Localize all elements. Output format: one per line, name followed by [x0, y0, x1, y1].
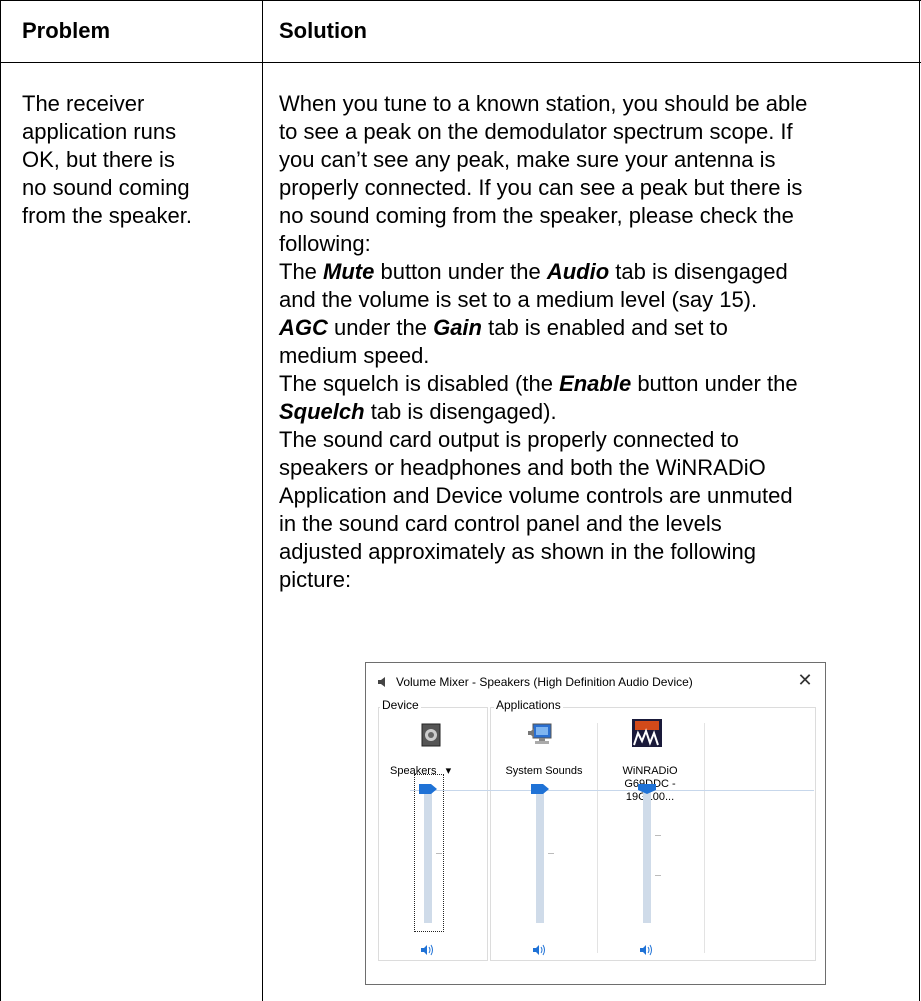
squelch-term: Squelch — [279, 399, 365, 424]
agc-line: AGC under the Gain tab is enabled and se… — [279, 314, 919, 342]
text: under the — [327, 315, 434, 340]
header-solution: Solution — [279, 18, 367, 43]
solution-line: The sound card output is properly connec… — [279, 427, 739, 452]
gain-term: Gain — [433, 315, 482, 340]
text: tab is disengaged — [609, 259, 788, 284]
problem-line: application runs — [22, 119, 177, 144]
close-button[interactable]: ✕ — [795, 670, 815, 691]
audio-term: Audio — [546, 259, 610, 284]
solution-line: in the sound card control panel and the … — [279, 511, 722, 536]
tick-mark — [655, 835, 661, 836]
solution-line: properly connected. If you can see a pea… — [279, 175, 803, 200]
solution-line: speakers or headphones and both the WiNR… — [279, 455, 766, 480]
mute-line: The Mute button under the Audio tab is d… — [279, 258, 919, 286]
solution-line: picture: — [279, 567, 352, 592]
squelch-line: The squelch is disabled (the Enable butt… — [279, 370, 919, 398]
system-sounds-icon — [528, 723, 552, 744]
speaker-icon — [378, 677, 385, 687]
solution-cell: When you tune to a known station, you sh… — [279, 90, 919, 594]
tick-mark — [436, 853, 442, 854]
header-problem: Problem — [22, 18, 111, 43]
solution-line: When you tune to a known station, you sh… — [279, 91, 808, 116]
enable-term: Enable — [559, 371, 632, 396]
solution-line: following: — [279, 231, 371, 256]
text: tab is enabled and set to — [481, 315, 728, 340]
window-title: Volume Mixer - Speakers (High Definition… — [396, 675, 693, 689]
app-name: System Sounds — [505, 765, 583, 777]
winradio-app-icon — [632, 719, 662, 747]
chevron-down-icon[interactable]: ▾ — [446, 765, 452, 777]
problem-line: no sound coming — [22, 175, 190, 200]
system-sounds-volume-thumb[interactable] — [531, 784, 549, 794]
channel-separator — [597, 723, 598, 953]
solution-line: adjusted approximately as shown in the f… — [279, 539, 756, 564]
winradio-volume-fill — [643, 789, 651, 923]
speaker-volume-icon[interactable] — [533, 944, 547, 956]
device-group-label: Device — [380, 698, 421, 712]
device-volume-thumb[interactable] — [419, 784, 437, 794]
text: The — [279, 259, 324, 284]
problem-line: The receiver — [22, 91, 145, 116]
solution-line: medium speed. — [279, 343, 430, 368]
table-right-border — [919, 0, 920, 1001]
solution-line: you can’t see any peak, make sure your a… — [279, 147, 776, 172]
winradio-volume-thumb[interactable] — [638, 784, 656, 794]
solution-line: and the volume is set to a medium level … — [279, 287, 758, 312]
squelch-line-2: Squelch tab is disengaged). — [279, 398, 919, 426]
app-name-line: WiNRADiO — [622, 765, 678, 777]
channel-separator — [704, 723, 705, 953]
tick-mark — [655, 875, 661, 876]
column-divider — [262, 0, 263, 1001]
tick-mark — [548, 853, 554, 854]
text: button under the — [631, 371, 798, 396]
solution-line: no sound coming from the speaker, please… — [279, 203, 794, 228]
peak-meter-line — [410, 790, 814, 791]
problem-cell: The receiver application runs OK, but th… — [22, 90, 262, 230]
applications-group-label: Applications — [494, 698, 563, 712]
table-left-border — [0, 0, 1, 1001]
text: tab is disengaged). — [364, 399, 557, 424]
speaker-volume-icon[interactable] — [421, 944, 435, 956]
speakers-device-icon — [421, 723, 441, 747]
text: The squelch is disabled (the — [279, 371, 560, 396]
agc-term: AGC — [279, 315, 328, 340]
speaker-volume-icon[interactable] — [640, 944, 654, 956]
solution-line: Application and Device volume controls a… — [279, 483, 793, 508]
text: button under the — [374, 259, 547, 284]
system-sounds-volume-fill — [536, 789, 544, 923]
device-volume-fill — [424, 789, 432, 923]
problem-line: OK, but there is — [22, 147, 175, 172]
table-top-border — [0, 0, 921, 1]
problem-line: from the speaker. — [22, 203, 192, 228]
mute-term: Mute — [323, 259, 375, 284]
volume-mixer-window: Volume Mixer - Speakers (High Definition… — [365, 662, 826, 985]
header-bottom-border — [0, 62, 921, 63]
solution-line: to see a peak on the demodulator spectru… — [279, 119, 793, 144]
